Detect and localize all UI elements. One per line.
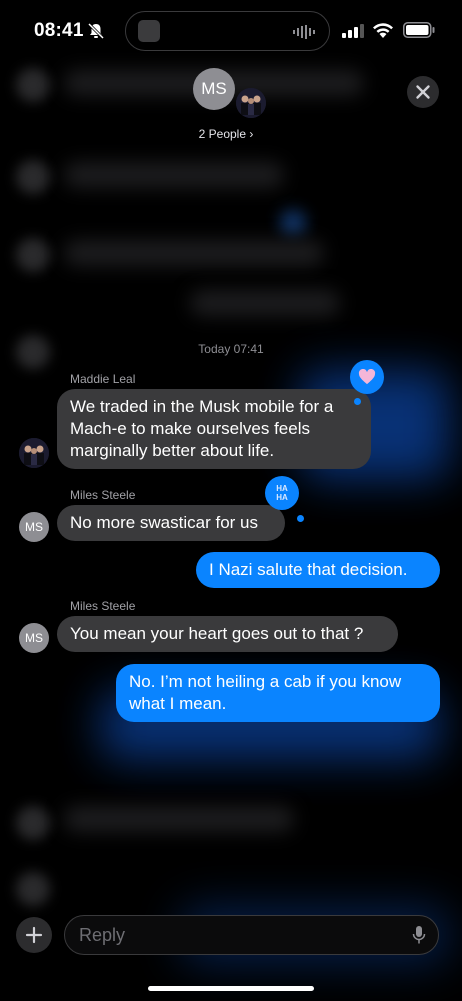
add-attachment-button[interactable] — [16, 917, 52, 953]
blur-row — [64, 162, 284, 188]
battery-icon — [403, 22, 435, 38]
reply-input[interactable]: Reply — [64, 915, 439, 955]
group-people-link[interactable]: 2 People › — [0, 127, 452, 141]
tapback-haha[interactable]: HA HA — [265, 476, 299, 510]
message-text: We traded in the Musk mobile for a Mach-… — [70, 397, 334, 460]
blur-avatar — [16, 872, 50, 906]
reply-placeholder: Reply — [79, 925, 126, 945]
message-text: No. I’m not heiling a cab if you know wh… — [129, 672, 402, 713]
blur-row — [64, 240, 324, 266]
group-avatar-initials-text: MS — [201, 79, 227, 98]
plus-icon — [25, 926, 43, 944]
tapback-tail — [354, 398, 361, 405]
status-bar: 08:41 — [0, 0, 462, 60]
conversation-timestamp: Today 07:41 — [198, 342, 264, 356]
group-photo-image — [236, 88, 266, 118]
message-bubble-incoming[interactable]: You mean your heart goes out to that ? — [57, 616, 398, 652]
tapback-tail — [297, 515, 304, 522]
sender-avatar-photo[interactable] — [19, 438, 49, 468]
group-avatar-initials[interactable]: MS — [193, 68, 235, 110]
group-avatar-photo[interactable] — [236, 88, 266, 118]
avatar-initials-text: MS — [25, 520, 43, 534]
sender-avatar-initials[interactable]: MS — [19, 623, 49, 653]
message-text: You mean your heart goes out to that ? — [70, 624, 364, 643]
blur-row — [190, 290, 340, 316]
close-button[interactable] — [407, 76, 439, 108]
microphone-icon[interactable] — [412, 925, 426, 945]
blur-row — [64, 806, 294, 832]
avatar-initials-text: MS — [25, 631, 43, 645]
wifi-icon — [373, 23, 393, 38]
message-bubble-outgoing[interactable]: I Nazi salute that decision. — [196, 552, 440, 588]
message-bubble-incoming[interactable]: No more swasticar for us — [57, 505, 285, 541]
sender-avatar-initials[interactable]: MS — [19, 512, 49, 542]
close-icon — [416, 85, 430, 99]
message-text: No more swasticar for us — [70, 513, 258, 532]
blur-dot — [280, 210, 306, 236]
blur-avatar — [16, 806, 50, 840]
audio-waveform-icon — [293, 25, 315, 39]
blur-avatar — [16, 238, 50, 272]
heart-icon — [358, 369, 376, 385]
dynamic-island[interactable] — [125, 11, 330, 51]
tapback-heart[interactable] — [350, 360, 384, 394]
sender-photo-image — [19, 438, 49, 468]
haha-icon: HA HA — [276, 484, 288, 502]
message-text: I Nazi salute that decision. — [209, 560, 408, 579]
now-playing-thumbnail — [138, 20, 160, 42]
sender-name: Maddie Leal — [70, 372, 136, 386]
blur-avatar — [16, 160, 50, 194]
message-bubble-outgoing[interactable]: No. I’m not heiling a cab if you know wh… — [116, 664, 440, 722]
status-time: 08:41 — [34, 20, 84, 41]
home-indicator[interactable] — [148, 986, 314, 991]
blur-avatar — [16, 68, 50, 102]
cellular-signal-icon — [342, 24, 364, 38]
message-bubble-incoming[interactable]: We traded in the Musk mobile for a Mach-… — [57, 389, 371, 469]
bell-off-icon — [87, 22, 105, 40]
sender-name: Miles Steele — [70, 488, 136, 502]
sender-name: Miles Steele — [70, 599, 136, 613]
